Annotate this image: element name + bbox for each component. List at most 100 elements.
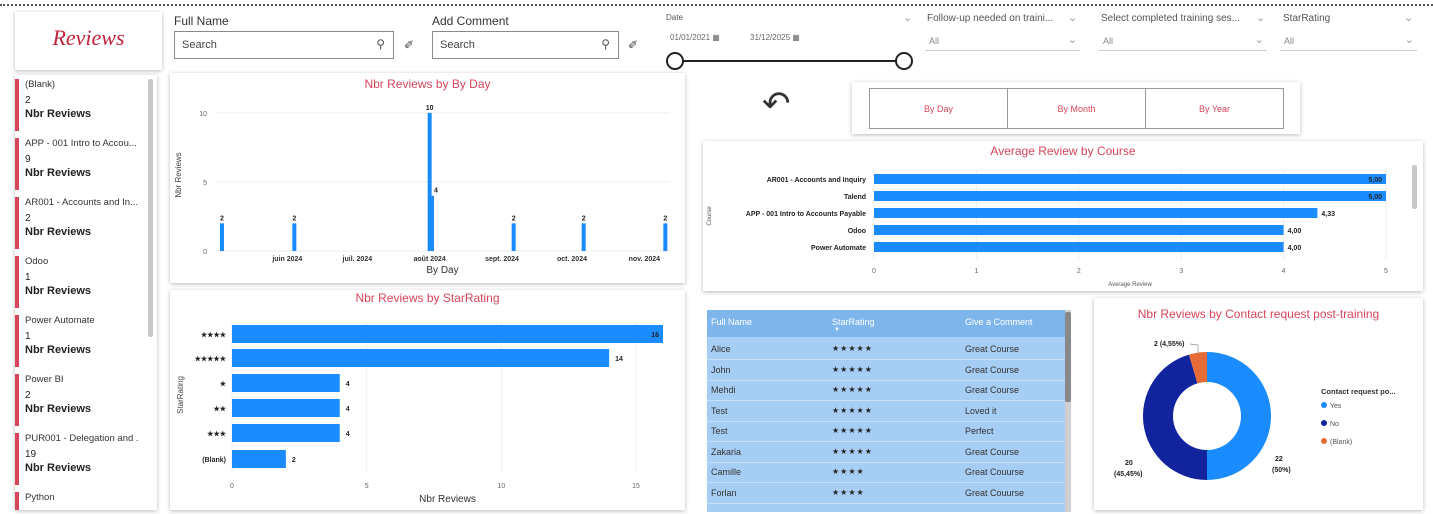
- cell-starrating: ★★★★★: [832, 446, 873, 456]
- table-row[interactable]: John ★★★★★ Great Course: [707, 360, 1065, 380]
- calendar-icon: ▦: [792, 33, 800, 42]
- x-tick-label: juil. 2024: [342, 256, 373, 263]
- y-tick-label: 5: [203, 180, 207, 187]
- cell-full-name: Zakaria: [711, 446, 742, 457]
- item-measure-label: Nbr Reviews: [25, 167, 92, 179]
- x-tick-label: 2: [1077, 268, 1081, 275]
- day-bar: [220, 223, 224, 251]
- date-range-track[interactable]: [676, 60, 904, 62]
- bar-data-label: 4: [346, 406, 350, 413]
- y-tick-label: 0: [203, 249, 207, 256]
- cell-comment: Great Couurse: [965, 467, 1025, 477]
- accent-bar: [15, 138, 19, 190]
- cell-comment: Great Course: [965, 385, 1020, 395]
- bar-data-label: 2: [582, 215, 586, 222]
- table-row[interactable]: Mehdi ★★★★★ Great Course: [707, 380, 1065, 400]
- cell-starrating: ★★★★★: [832, 426, 873, 435]
- category-label: ★★★★★: [195, 355, 227, 363]
- item-name: PUR001 - Delegation and ...: [25, 433, 139, 444]
- x-tick-label: 4: [1282, 268, 1286, 275]
- category-label: AR001 - Accounts and Inquiry: [767, 177, 866, 184]
- chart-scrollbar[interactable]: [1412, 165, 1417, 209]
- table-scrollbar-thumb[interactable]: [1065, 312, 1071, 402]
- by-year-button[interactable]: By Year: [1145, 88, 1284, 129]
- by-month-button[interactable]: By Month: [1007, 88, 1146, 129]
- leader-line: [1189, 343, 1199, 354]
- item-measure-label: Nbr Reviews: [25, 108, 92, 120]
- add-comment-search-input[interactable]: Search ⚲: [432, 31, 619, 59]
- starrating-bar: [232, 424, 340, 442]
- bar-data-label: 2: [292, 457, 296, 464]
- cell-comment: Perfect: [965, 426, 994, 436]
- table-row[interactable]: Zakaria ★★★★★ Great Course: [707, 442, 1065, 462]
- full-name-search-input[interactable]: Search ⚲: [174, 31, 394, 59]
- item-count: 2: [25, 95, 31, 106]
- x-tick-label: 5: [365, 483, 369, 490]
- card-list-scrollbar[interactable]: [148, 79, 153, 337]
- table-row[interactable]: Forlan ★★★★ Great Couurse: [707, 483, 1065, 503]
- back-arrow-icon[interactable]: ↶: [762, 84, 791, 124]
- item-count: 2: [25, 390, 31, 401]
- clear-selection-icon[interactable]: ✐: [404, 38, 414, 52]
- table-row[interactable]: Alice ★★★★★ Great Course: [707, 339, 1065, 359]
- by-day-button[interactable]: By Day: [869, 88, 1008, 129]
- chevron-down-icon[interactable]: ⌄: [1404, 11, 1413, 24]
- cell-starrating: ★★★★★: [832, 405, 873, 415]
- session-dropdown[interactable]: All ⌄: [1099, 31, 1267, 51]
- chevron-down-icon[interactable]: ⌄: [1068, 11, 1077, 24]
- category-label: Odoo: [848, 228, 866, 235]
- column-header-starrating[interactable]: StarRating: [832, 317, 875, 327]
- table-row[interactable]: Camille ★★★★ Great Couurse: [707, 462, 1065, 482]
- date-start-input[interactable]: 01/01/2021 ▦: [666, 29, 742, 47]
- bar-data-label: 14: [615, 356, 623, 363]
- course-bar: [874, 242, 1284, 252]
- starrating-bar: [232, 325, 663, 343]
- item-name: (Blank): [25, 79, 56, 90]
- slice-label: (50%): [1272, 467, 1291, 474]
- date-end-input[interactable]: 31/12/2025 ▦: [746, 29, 822, 47]
- bar-data-label: 4: [346, 431, 350, 438]
- chevron-down-icon[interactable]: ⌄: [903, 11, 912, 24]
- bar-data-label: 2: [220, 215, 224, 222]
- add-comment-placeholder: Search: [440, 39, 475, 51]
- cell-full-name: John: [711, 364, 731, 375]
- table-row[interactable]: Test ★★★★★ Perfect: [707, 421, 1065, 441]
- starrating-bar: [232, 349, 610, 367]
- item-name: Power Automate: [25, 315, 95, 326]
- date-slider-end-handle[interactable]: [895, 52, 913, 70]
- legend-item: Yes: [1330, 403, 1342, 410]
- legend-marker: [1321, 438, 1327, 444]
- clear-selection-icon[interactable]: ✐: [628, 38, 638, 52]
- column-header-comment[interactable]: Give a Comment: [965, 317, 1033, 327]
- date-slider-start-handle[interactable]: [666, 52, 684, 70]
- category-label: (Blank): [202, 457, 226, 464]
- category-label: Power Automate: [811, 245, 866, 252]
- followup-dropdown[interactable]: All ⌄: [925, 31, 1080, 51]
- cell-full-name: Test: [711, 426, 728, 436]
- x-axis-title: Nbr Reviews: [419, 494, 476, 505]
- x-tick-label: 10: [497, 483, 505, 490]
- x-tick-label: juin 2024: [271, 256, 302, 263]
- slice-label: (45,45%): [1114, 471, 1142, 478]
- day-bar: [581, 223, 586, 251]
- bar-data-label: 16: [651, 332, 659, 339]
- chevron-down-icon[interactable]: ⌄: [1256, 11, 1265, 24]
- by-day-chart-card: Nbr Reviews by By Day 0 5 10 Nbr Reviews jui…: [170, 73, 685, 283]
- cell-full-name: Alice: [711, 344, 731, 354]
- date-end-value: 31/12/2025: [750, 33, 791, 42]
- full-name-label: Full Name: [174, 14, 229, 28]
- x-tick-label: 15: [632, 483, 640, 490]
- column-header-full-name[interactable]: Full Name: [711, 317, 752, 327]
- bar-data-label: 2: [292, 215, 296, 222]
- accent-bar: [15, 256, 19, 308]
- item-count: 1: [25, 331, 31, 342]
- cell-full-name: Test: [711, 405, 728, 416]
- accent-bar: [15, 433, 19, 485]
- y-axis-title: Nbr Reviews: [174, 152, 183, 197]
- bar-data-label: 10: [426, 105, 434, 112]
- starrating-label: StarRating: [1283, 13, 1331, 24]
- starrating-dropdown[interactable]: All ⌄: [1280, 31, 1417, 51]
- cell-starrating: ★★★★★: [832, 385, 873, 394]
- category-label: ★: [220, 380, 227, 388]
- table-row[interactable]: Test ★★★★★ Loved it: [707, 401, 1065, 421]
